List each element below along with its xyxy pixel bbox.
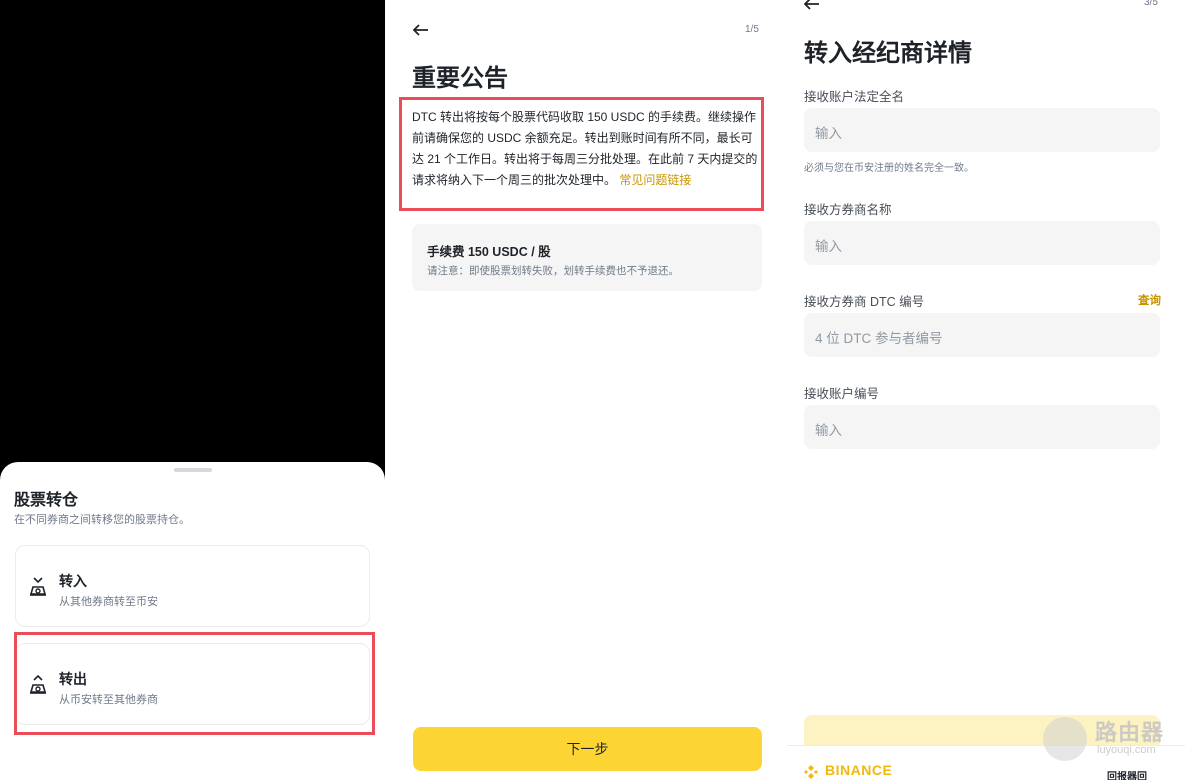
watermark: 路由器 luyouqi.com	[1043, 713, 1173, 761]
watermark-title: 路由器	[1095, 720, 1165, 745]
dtc-number-label: 接收方券商 DTC 编号	[804, 295, 925, 309]
full-name-label: 接收账户法定全名	[804, 90, 905, 104]
dtc-number-placeholder: 4 位 DTC 参与者编号	[815, 331, 943, 346]
fee-card: 手续费 150 USDC / 股 请注意：即使股票划转失败，划转手续费也不予退还…	[412, 224, 762, 291]
broker-name-label: 接收方券商名称	[804, 203, 892, 217]
announcement-highlight	[399, 97, 764, 211]
transfer-in-option[interactable]: 转入 从其他券商转至币安	[15, 545, 370, 627]
dimmed-backdrop[interactable]	[0, 0, 385, 480]
back-arrow-icon[interactable]	[412, 21, 430, 39]
transfer-in-icon	[29, 577, 47, 596]
fee-title: 手续费 150 USDC / 股	[427, 245, 551, 259]
router-logo-icon	[1043, 717, 1087, 761]
page-title: 转入经纪商详情	[804, 40, 972, 67]
sheet-drag-handle[interactable]	[174, 468, 212, 472]
transfer-in-label: 转入	[59, 573, 87, 589]
next-button[interactable]: 下一步	[413, 727, 762, 771]
step-indicator: 3/5	[1144, 0, 1158, 8]
dtc-query-link[interactable]: 查询	[1138, 292, 1161, 308]
sheet-subtitle: 在不同券商之间转移您的股票持仓。	[14, 514, 190, 526]
step-indicator: 1/5	[745, 24, 759, 35]
page-title: 重要公告	[412, 65, 508, 92]
broker-details-screen: 3/5 转入经纪商详情 接收账户法定全名 输入 必须与您在币安注册的姓名完全一致…	[787, 0, 1185, 780]
broker-name-input[interactable]: 输入	[804, 221, 1160, 265]
account-number-placeholder: 输入	[815, 423, 842, 438]
full-name-hint: 必须与您在币安注册的姓名完全一致。	[804, 163, 974, 174]
brand-wordmark: BINANCE	[825, 762, 893, 778]
dtc-number-input[interactable]: 4 位 DTC 参与者编号	[804, 313, 1160, 357]
back-arrow-icon[interactable]	[804, 0, 820, 11]
transfer-in-desc: 从其他券商转至币安	[59, 596, 158, 608]
transfer-out-highlight	[14, 632, 375, 735]
full-name-input[interactable]: 输入	[804, 108, 1160, 152]
account-number-input[interactable]: 输入	[804, 405, 1160, 449]
account-number-label: 接收账户编号	[804, 387, 880, 401]
sheet-title: 股票转仓	[14, 492, 79, 509]
binance-logo-icon	[804, 765, 818, 779]
broker-name-placeholder: 输入	[815, 239, 842, 254]
full-name-placeholder: 输入	[815, 126, 842, 141]
watermark-url: luyouqi.com	[1097, 744, 1156, 756]
qr-label: 回报器回	[1107, 772, 1147, 780]
fee-note: 请注意：即使股票划转失败，划转手续费也不予退还。	[427, 265, 679, 277]
